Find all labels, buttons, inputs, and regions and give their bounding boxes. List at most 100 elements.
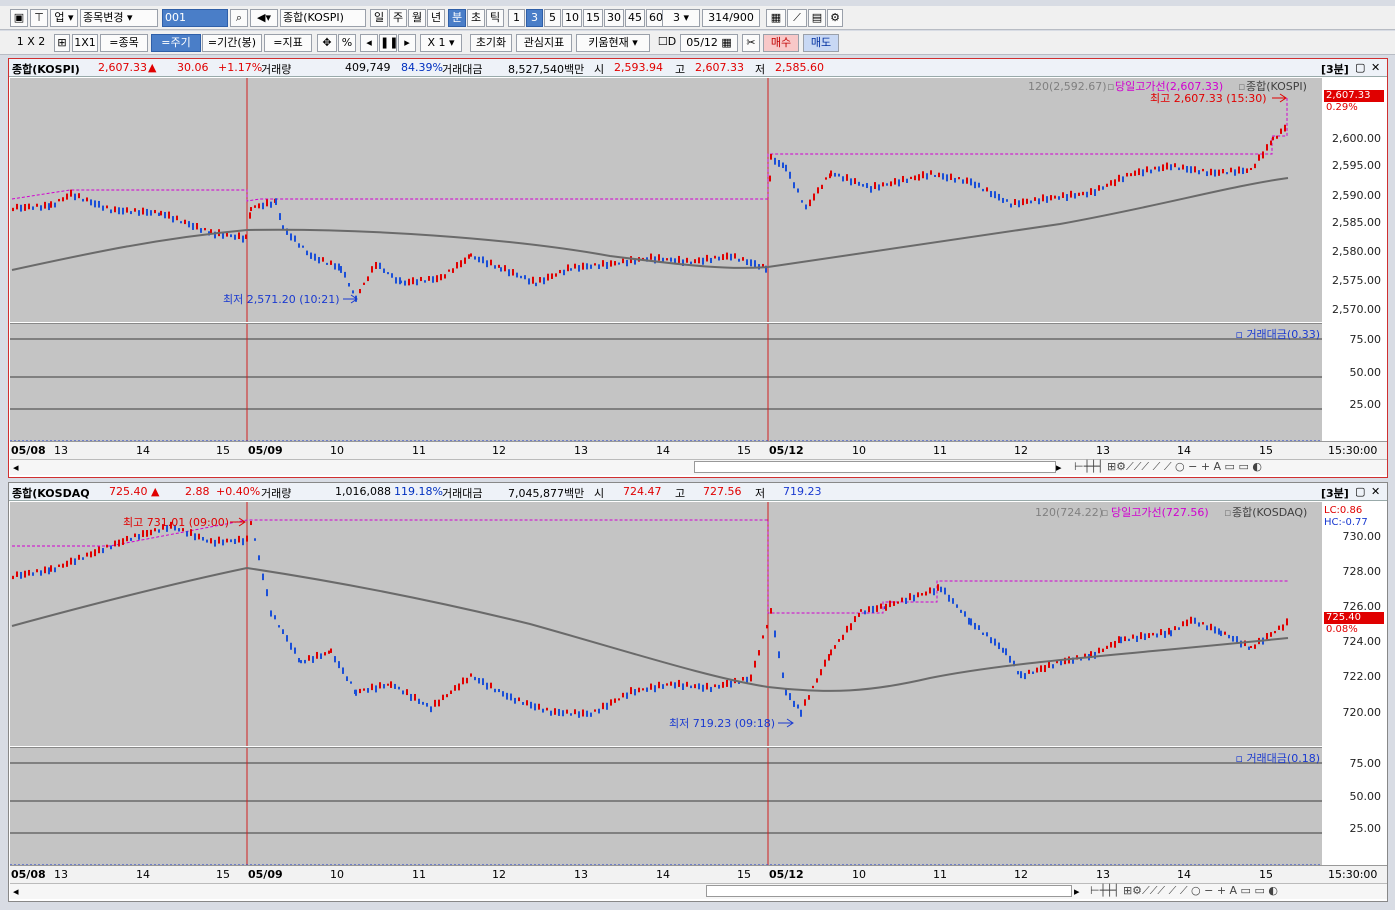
prev-icon[interactable]: ◂	[360, 34, 378, 52]
minute-10[interactable]: 10	[562, 9, 582, 27]
kosdaq-high-label: 고	[675, 487, 686, 500]
candle-mark	[782, 672, 784, 679]
period-button[interactable]: =주기	[151, 34, 201, 52]
minute-3[interactable]: 3	[526, 9, 543, 27]
layout-label[interactable]: 1 X 2	[10, 34, 52, 52]
kospi-change-pct: +1.17%	[218, 61, 263, 74]
period-month[interactable]: 월	[408, 9, 426, 27]
maximize-icon[interactable]: ▢	[1355, 61, 1365, 74]
candle-mark	[582, 709, 584, 717]
grid-layout-icon[interactable]: ⊞	[54, 34, 70, 52]
candle-mark	[184, 219, 186, 225]
indicator-button[interactable]: =지표	[264, 34, 312, 52]
change-item-select[interactable]: 종목변경 ▾	[80, 9, 158, 27]
kosdaq-price-plot[interactable]: 120(724.22) ▫ 당일고가선(727.56) ▫ 종합(KOSDAQ)…	[10, 502, 1322, 746]
candle-mark	[1118, 636, 1120, 644]
candle-mark	[44, 201, 46, 209]
minute-1[interactable]: 1	[508, 9, 525, 27]
pause-icon[interactable]: ❚❚	[379, 34, 397, 52]
pin-icon[interactable]: ⊤	[30, 9, 48, 27]
candle-mark	[395, 277, 397, 284]
candle-mark	[970, 618, 972, 626]
sound-icon[interactable]: ◀▾	[250, 9, 278, 27]
candle-mark	[245, 234, 247, 239]
x-tick: 15	[1259, 868, 1273, 881]
gear-icon[interactable]: ⚙	[827, 9, 843, 27]
close-icon[interactable]: ✕	[1371, 61, 1380, 74]
candle-mark	[1036, 667, 1038, 673]
kiwoom-select[interactable]: 키움현재 ▾	[576, 34, 650, 52]
buy-button[interactable]: 매수	[763, 34, 799, 52]
scroll-right-icon[interactable]: ▸	[1056, 461, 1062, 474]
candle-mark	[1254, 644, 1256, 649]
interest-button[interactable]: 관심지표	[516, 34, 572, 52]
kospi-chart-tools[interactable]: ⊢┼┼┤ ⊞⚙⟋⟋⟋ ⟋ ⟋ ○ − + A ▭ ▭ ◐	[1074, 460, 1262, 474]
item-button[interactable]: =종목	[100, 34, 148, 52]
kosdaq-scroll-thumb[interactable]	[706, 885, 1072, 897]
period-minute[interactable]: 분	[448, 9, 466, 27]
market-select[interactable]: 업 ▾	[50, 9, 78, 27]
candle-mark	[543, 277, 545, 285]
code-input[interactable]: 001	[162, 9, 228, 27]
minute-15[interactable]: 15	[583, 9, 603, 27]
sell-button[interactable]: 매도	[803, 34, 839, 52]
crosshair-icon[interactable]: ✥	[317, 34, 337, 52]
kosdaq-sub-plot[interactable]: ▫ 거래대금(0.18)	[10, 747, 1322, 865]
count-field[interactable]: 314/900	[702, 9, 760, 27]
percent-button[interactable]: %	[338, 34, 356, 52]
candle-mark	[526, 700, 528, 706]
minute-30[interactable]: 30	[604, 9, 624, 27]
period-day[interactable]: 일	[370, 9, 388, 27]
candle-mark	[1142, 169, 1144, 177]
grid-icon[interactable]: ▦	[766, 9, 786, 27]
period-tick[interactable]: 틱	[486, 9, 504, 27]
next-icon[interactable]: ▸	[398, 34, 416, 52]
reset-button[interactable]: 초기화	[470, 34, 512, 52]
candle-mark	[952, 598, 954, 604]
save-icon[interactable]: ▤	[808, 9, 826, 27]
period-week[interactable]: 주	[389, 9, 407, 27]
scroll-right-icon[interactable]: ▸	[1074, 885, 1080, 898]
candle-mark	[1276, 135, 1278, 139]
candle-mark	[334, 656, 336, 663]
kospi-scroll-thumb[interactable]	[694, 461, 1056, 473]
kospi-y-axis: 2,607.33 0.29% 2,600.00 2,595.00 2,590.0…	[1322, 78, 1387, 322]
scroll-left-icon[interactable]: ◂	[13, 461, 19, 474]
candle-mark	[274, 615, 276, 620]
date-field[interactable]: 05/12 ▦	[680, 34, 738, 52]
range-button[interactable]: =기간(봉)	[202, 34, 262, 52]
kosdaq-chart-tools[interactable]: ⊢┼┼┤ ⊞⚙⟋⟋⟋ ⟋ ⟋ ○ − + A ▭ ▭ ◐	[1090, 884, 1278, 898]
minute-45[interactable]: 45	[625, 9, 645, 27]
candle-mark	[122, 207, 124, 215]
candle-mark	[1230, 167, 1232, 173]
candle-mark	[1024, 673, 1026, 680]
candle-mark	[921, 593, 923, 596]
minute-5[interactable]: 5	[544, 9, 561, 27]
maximize-icon[interactable]: ▢	[1355, 485, 1365, 498]
zoom-select[interactable]: X 1 ▾	[420, 34, 462, 52]
kospi-min-arrow	[343, 294, 358, 304]
close-icon[interactable]: ✕	[1371, 485, 1380, 498]
ratio-button[interactable]: 1X1	[72, 34, 98, 52]
candle-mark	[726, 679, 728, 687]
candle-mark	[816, 678, 818, 683]
search-icon[interactable]: ⌕	[230, 9, 248, 27]
candle-mark	[270, 201, 272, 208]
minute-select[interactable]: 3 ▾	[662, 9, 700, 27]
scroll-left-icon[interactable]: ◂	[13, 885, 19, 898]
kospi-price-plot[interactable]: 120(2,592.67) ▫ 당일고가선(2,607.33) ▫ 종합(KOS…	[10, 78, 1322, 322]
d-checkbox[interactable]: ☐D	[656, 34, 678, 52]
window-icon[interactable]: ▣	[10, 9, 28, 27]
period-second[interactable]: 초	[467, 9, 485, 27]
kospi-scrollbar[interactable]: ◂ ▸ ⊢┼┼┤ ⊞⚙⟋⟋⟋ ⟋ ⟋ ○ − + A ▭ ▭ ◐	[10, 459, 1387, 475]
candle-mark	[412, 277, 414, 285]
candle-mark	[86, 552, 88, 557]
period-year[interactable]: 년	[427, 9, 445, 27]
draw-icon[interactable]: ⟋	[787, 9, 807, 27]
kosdaq-scrollbar[interactable]: ◂ ▸ ⊢┼┼┤ ⊞⚙⟋⟋⟋ ⟋ ⟋ ○ − + A ▭ ▭ ◐	[10, 883, 1387, 899]
kospi-sub-plot[interactable]: ▫ 거래대금(0.33)	[10, 323, 1322, 441]
candle-mark	[290, 233, 292, 241]
kosdaq-high: 727.56	[703, 485, 742, 498]
candle-mark	[206, 539, 208, 543]
scissor-icon[interactable]: ✂	[742, 34, 760, 52]
